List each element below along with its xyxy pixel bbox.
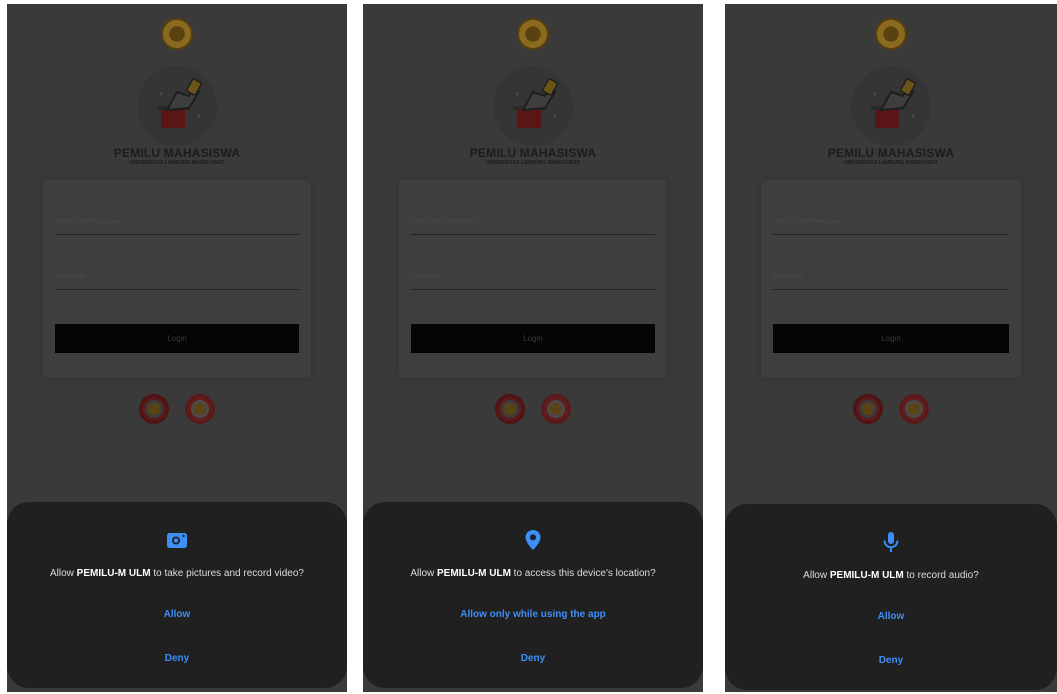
nim-input-label: Nomor Induk Mahasiswa [773, 219, 840, 225]
app-title: PEMILU MAHASISWA [827, 146, 955, 160]
nim-input-label: Nomor Induk Mahasiswa [55, 219, 122, 225]
phone-screen-location-permission: PEMILU MAHASISWA UNIVERSITAS LAMBUNG MAN… [363, 4, 703, 692]
university-seal-icon [161, 18, 193, 50]
allow-while-using-button[interactable]: Allow only while using the app [383, 602, 683, 626]
password-input-label: Kata Sandi [773, 274, 803, 280]
app-name: PEMILU-M ULM [76, 568, 151, 579]
app-subtitle: UNIVERSITAS LAMBUNG MANGKURAT [844, 160, 938, 166]
deny-button[interactable]: Deny [383, 646, 683, 670]
partner-seal-icon [139, 394, 169, 424]
password-input-label: Kata Sandi [411, 274, 441, 280]
app-title: PEMILU MAHASISWA [113, 146, 241, 160]
location-pin-icon [521, 528, 545, 552]
university-seal-icon [517, 18, 549, 50]
permission-dialog-camera: Allow PEMILU-M ULM to take pictures and … [7, 502, 347, 688]
partner-seal-icon [899, 394, 929, 424]
login-card: Nomor Induk Mahasiswa Kata Sandi Login [761, 180, 1021, 378]
allow-button[interactable]: Allow [745, 604, 1037, 628]
allow-button[interactable]: Allow [27, 602, 327, 626]
app-name: PEMILU-M ULM [437, 568, 511, 579]
ballot-box-logo-icon [137, 66, 217, 146]
microphone-icon [879, 530, 903, 554]
permission-message: Allow PEMILU-M ULM to record audio? [803, 570, 979, 581]
app-title: PEMILU MAHASISWA [469, 146, 597, 160]
permission-message: Allow PEMILU-M ULM to access this device… [410, 568, 656, 579]
login-button[interactable]: Login [55, 324, 299, 353]
login-screen: PEMILU MAHASISWA UNIVERSITAS LAMBUNG MAN… [7, 4, 347, 504]
permission-dialog-location: Allow PEMILU-M ULM to access this device… [363, 502, 703, 688]
login-card: Nomor Induk Mahasiswa Kata Sandi Login [43, 180, 311, 378]
partner-seals [725, 394, 1057, 424]
nim-input[interactable]: Nomor Induk Mahasiswa [411, 210, 655, 235]
ballot-box-logo-icon [493, 66, 573, 146]
login-screen: PEMILU MAHASISWA UNIVERSITAS LAMBUNG MAN… [363, 4, 703, 504]
nim-input[interactable]: Nomor Induk Mahasiswa [773, 210, 1009, 235]
app-subtitle: UNIVERSITAS LAMBUNG MANGKURAT [486, 160, 580, 166]
app-name: PEMILU-M ULM [829, 570, 904, 581]
partner-seal-icon [495, 394, 525, 424]
partner-seals [7, 394, 347, 424]
nim-input[interactable]: Nomor Induk Mahasiswa [55, 210, 299, 235]
camera-icon [165, 528, 189, 552]
login-card: Nomor Induk Mahasiswa Kata Sandi Login [399, 180, 667, 378]
phone-screen-microphone-permission: PEMILU MAHASISWA UNIVERSITAS LAMBUNG MAN… [725, 4, 1057, 692]
deny-button[interactable]: Deny [745, 648, 1037, 672]
ballot-box-logo-icon [851, 66, 931, 146]
password-input[interactable]: Kata Sandi [411, 265, 655, 290]
partner-seal-icon [185, 394, 215, 424]
phone-screen-camera-permission: PEMILU MAHASISWA UNIVERSITAS LAMBUNG MAN… [7, 4, 347, 692]
deny-button[interactable]: Deny [27, 646, 327, 670]
university-seal-icon [875, 18, 907, 50]
password-input[interactable]: Kata Sandi [55, 265, 299, 290]
permission-dialog-microphone: Allow PEMILU-M ULM to record audio? Allo… [725, 504, 1057, 690]
partner-seal-icon [541, 394, 571, 424]
partner-seal-icon [853, 394, 883, 424]
login-button[interactable]: Login [773, 324, 1009, 353]
permission-message: Allow PEMILU-M ULM to take pictures and … [49, 568, 304, 579]
nim-input-label: Nomor Induk Mahasiswa [411, 219, 478, 225]
password-input-label: Kata Sandi [55, 274, 85, 280]
password-input[interactable]: Kata Sandi [773, 265, 1009, 290]
partner-seals [363, 394, 703, 424]
app-subtitle: UNIVERSITAS LAMBUNG MANGKURAT [130, 160, 224, 166]
login-screen: PEMILU MAHASISWA UNIVERSITAS LAMBUNG MAN… [725, 4, 1057, 504]
login-button[interactable]: Login [411, 324, 655, 353]
